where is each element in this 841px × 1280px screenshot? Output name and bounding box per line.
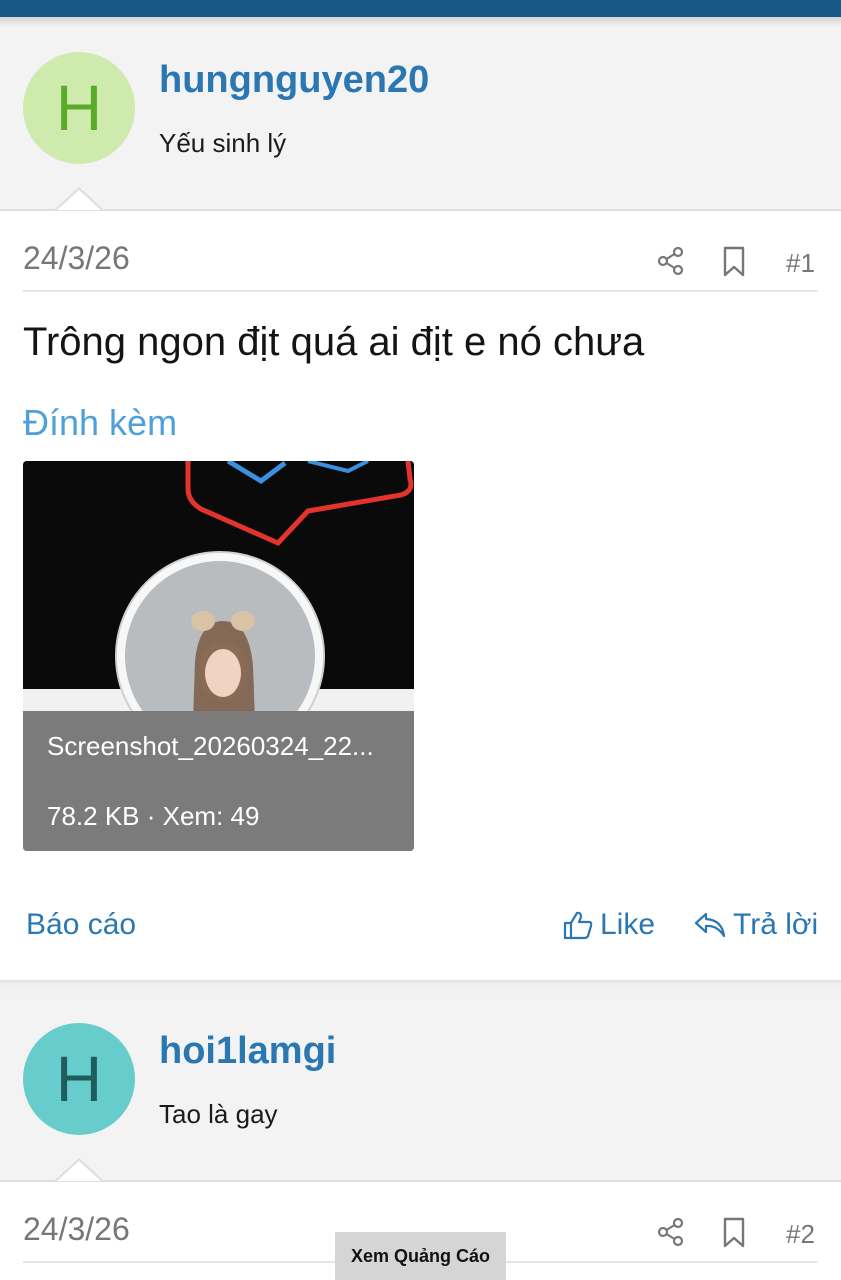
attachment-info-overlay: Screenshot_20260324_22... 78.2 KB · Xem:… <box>23 711 414 851</box>
thumbs-up-icon <box>563 911 593 940</box>
post-number-link[interactable]: #1 <box>786 248 815 279</box>
user-title: Tao là gay <box>159 1099 278 1129</box>
bookmark-icon[interactable] <box>722 246 748 278</box>
bookmark-icon[interactable] <box>722 1217 748 1249</box>
post-2-user-block: H hoi1lamgi Tao là gay <box>0 998 841 1182</box>
post-date[interactable]: 24/3/26 <box>23 240 130 277</box>
post-number-link[interactable]: #2 <box>786 1219 815 1250</box>
user-pointer <box>57 190 101 210</box>
report-label: Báo cáo <box>26 908 137 941</box>
watch-ad-button[interactable]: Xem Quảng Cáo <box>335 1232 506 1280</box>
post-divider <box>0 980 841 998</box>
post-message: Trông ngon địt quá ai địt e nó chưa <box>23 320 645 364</box>
attachment-meta: 78.2 KB · Xem: 49 <box>47 801 260 831</box>
top-bar-shadow <box>0 17 841 27</box>
avatar-letter: H <box>55 1043 103 1115</box>
avatar-letter: H <box>55 72 103 144</box>
avatar[interactable]: H <box>23 1023 135 1135</box>
reply-label: Trả lời <box>733 908 819 941</box>
avatar[interactable]: H <box>23 52 135 164</box>
top-navigation-bar <box>0 0 841 17</box>
share-icon[interactable] <box>656 1217 686 1247</box>
user-pointer <box>57 1161 101 1181</box>
username-link[interactable]: hungnguyen20 <box>159 59 429 102</box>
user-title: Yếu sinh lý <box>159 128 287 158</box>
reply-icon <box>694 912 726 938</box>
post-1-user-block: H hungnguyen20 Yếu sinh lý <box>0 27 841 211</box>
attachment-filename: Screenshot_20260324_22... <box>47 731 374 761</box>
share-icon[interactable] <box>656 246 686 276</box>
user-block-divider <box>0 209 841 211</box>
report-link[interactable]: Báo cáo <box>26 908 136 942</box>
post-date[interactable]: 24/3/26 <box>23 1211 130 1248</box>
user-block-divider <box>0 1180 841 1182</box>
username-link[interactable]: hoi1lamgi <box>159 1030 336 1073</box>
like-button[interactable]: Like <box>562 908 655 942</box>
like-label: Like <box>600 908 656 941</box>
header-separator <box>23 290 818 292</box>
reply-button[interactable]: Trả lời <box>693 908 818 942</box>
attachment-thumbnail[interactable]: Screenshot_20260324_22... 78.2 KB · Xem:… <box>23 461 414 851</box>
attachments-heading: Đính kèm <box>23 402 178 443</box>
